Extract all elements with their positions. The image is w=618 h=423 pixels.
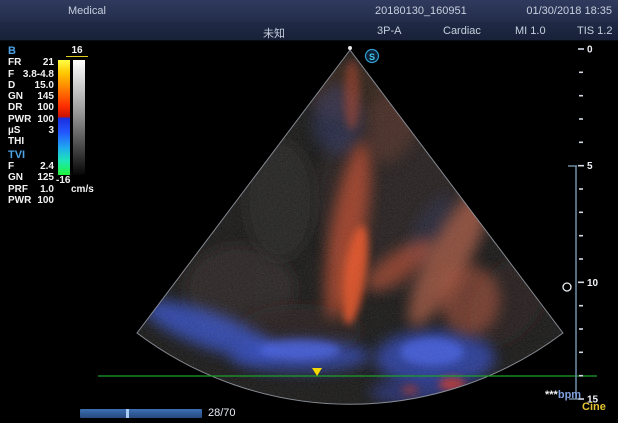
probe-apex-dot — [348, 46, 352, 50]
velocity-scale-unit: cm/s — [71, 184, 94, 195]
param-row: D 15.0 — [8, 80, 54, 91]
ultrasound-image-area: S 0 5 10 15 — [0, 0, 618, 423]
velocity-scale-min: -16 — [56, 175, 70, 186]
param-row: PRF 1.0 — [8, 184, 54, 195]
param-row: GN 145 — [8, 91, 54, 102]
tvi-mode-title: TVI — [8, 150, 54, 161]
heart-rate-value: *** — [545, 389, 558, 401]
param-row: µS 3 — [8, 125, 54, 136]
focus-marker-icon[interactable] — [563, 283, 571, 291]
depth-ruler — [578, 49, 584, 399]
doppler-color-bar — [58, 60, 70, 175]
param-row: THI — [8, 136, 54, 147]
depth-ruler-labels: 0 5 10 15 — [587, 45, 599, 406]
param-row: F 3.8-4.8 — [8, 69, 54, 80]
depth-label-0: 0 — [587, 45, 593, 56]
svg-text:S: S — [369, 52, 375, 62]
cine-progress-bar[interactable] — [80, 409, 202, 418]
roi-depth-indicator[interactable] — [563, 166, 579, 399]
frame-counter: 28/70 — [208, 407, 236, 419]
heart-rate-readout: ***bpm — [545, 389, 581, 401]
ultrasound-screen: Medical 20180130_160951 01/30/2018 18:35… — [0, 0, 618, 423]
cine-mode-label: Cine — [582, 401, 606, 413]
sector-image — [90, 40, 610, 423]
cine-position-marker[interactable] — [126, 409, 129, 418]
parameter-panel: B FR 21 F 3.8-4.8 D 15.0 GN 145 DR 100 P… — [8, 46, 54, 206]
b-mode-title: B — [8, 46, 54, 57]
depth-label-10: 10 — [587, 278, 599, 289]
param-row: PWR 100 — [8, 114, 54, 125]
grayscale-bar — [73, 60, 85, 175]
heart-rate-unit: bpm — [558, 389, 581, 401]
param-row: F 2.4 — [8, 161, 54, 172]
param-row: DR 100 — [8, 102, 54, 113]
depth-label-5: 5 — [587, 161, 593, 172]
orientation-s-icon: S — [366, 50, 379, 63]
velocity-scale-max: 16 — [66, 45, 88, 57]
param-row: GN 125 — [8, 172, 54, 183]
param-row: FR 21 — [8, 57, 54, 68]
param-row: PWR 100 — [8, 195, 54, 206]
